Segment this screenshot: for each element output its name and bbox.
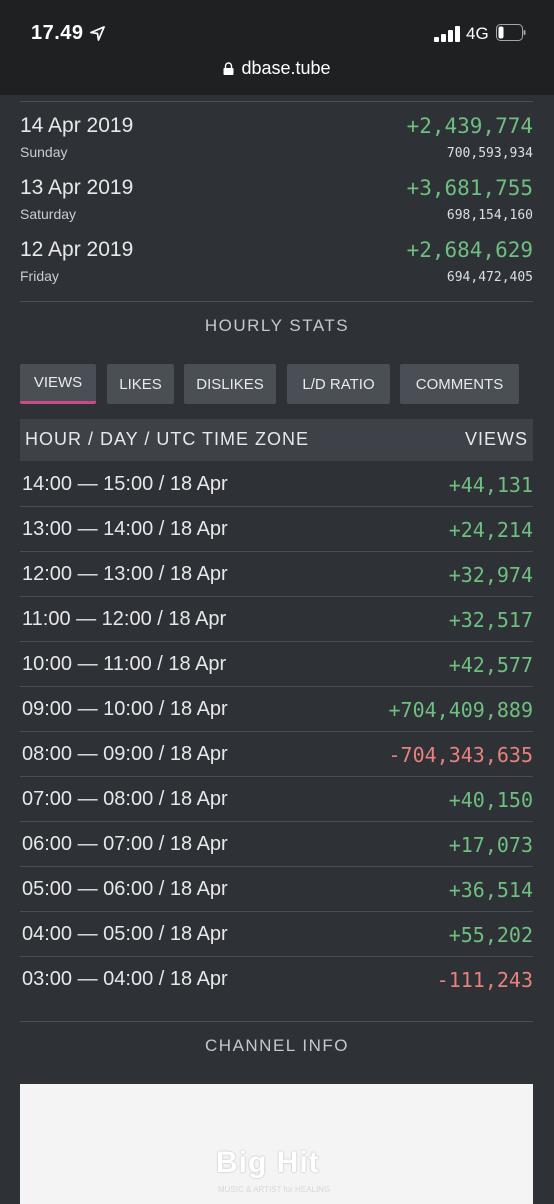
hourly-stats-title: HOURLY STATS xyxy=(204,316,350,335)
table-row: 09:00 — 10:00 / 18 Apr +704,409,889 xyxy=(20,687,533,732)
hour-value: +32,974 xyxy=(448,563,533,587)
hour-label: 13:00 — 14:00 / 18 Apr xyxy=(22,518,228,540)
browser-chrome: 17.49 4G dbase.tube xyxy=(0,0,554,95)
table-row: 04:00 — 05:00 / 18 Apr +55,202 xyxy=(20,912,533,957)
table-row: 10:00 — 11:00 / 18 Apr +42,577 xyxy=(20,642,533,687)
hour-value: -111,243 xyxy=(436,968,533,992)
hour-value: -704,343,635 xyxy=(388,743,534,767)
column-header-views: VIEWS xyxy=(464,429,528,449)
table-row: 05:00 — 06:00 / 18 Apr +36,514 xyxy=(20,867,533,912)
hour-label: 03:00 — 04:00 / 18 Apr xyxy=(22,968,228,990)
battery-icon xyxy=(496,24,526,41)
daily-date: 14 Apr 2019 xyxy=(20,114,134,137)
daily-weekday: Friday xyxy=(20,268,59,284)
hour-value: +44,131 xyxy=(448,473,533,497)
tab-ld-ratio[interactable]: L/D RATIO xyxy=(287,364,390,404)
channel-logo-subtext: MUSIC & ARTIST for HEALING xyxy=(218,1185,331,1194)
divider xyxy=(20,1021,533,1022)
hour-label: 06:00 — 07:00 / 18 Apr xyxy=(22,833,228,855)
channel-info-title: CHANNEL INFO xyxy=(205,1036,349,1055)
daily-date: 13 Apr 2019 xyxy=(20,176,134,199)
table-row: 11:00 — 12:00 / 18 Apr +32,517 xyxy=(20,597,533,642)
tab-likes[interactable]: LIKES xyxy=(107,364,174,404)
tab-views[interactable]: VIEWS xyxy=(20,364,96,404)
hour-label: 14:00 — 15:00 / 18 Apr xyxy=(22,473,228,495)
tab-comments[interactable]: COMMENTS xyxy=(400,364,519,404)
hour-value: +55,202 xyxy=(448,923,533,947)
hour-label: 05:00 — 06:00 / 18 Apr xyxy=(22,878,228,900)
hour-value: +24,214 xyxy=(448,518,533,542)
daily-change: +3,681,755 xyxy=(406,176,533,200)
table-row: 03:00 — 04:00 / 18 Apr -111,243 xyxy=(20,957,533,1002)
channel-banner: Big Hit MUSIC & ARTIST for HEALING xyxy=(20,1084,533,1204)
hour-label: 11:00 — 12:00 / 18 Apr xyxy=(22,608,227,630)
lock-icon xyxy=(223,62,234,75)
daily-row: 14 Apr 2019 Sunday +2,439,774 700,593,93… xyxy=(20,102,533,164)
url-text: dbase.tube xyxy=(241,58,331,78)
daily-weekday: Saturday xyxy=(20,206,77,222)
table-row: 12:00 — 13:00 / 18 Apr +32,974 xyxy=(20,552,533,597)
table-row: 08:00 — 09:00 / 18 Apr -704,343,635 xyxy=(20,732,533,777)
table-row: 13:00 — 14:00 / 18 Apr +24,214 xyxy=(20,507,533,552)
daily-date: 12 Apr 2019 xyxy=(20,238,134,261)
network-type: 4G xyxy=(466,24,489,43)
daily-change: +2,439,774 xyxy=(406,114,533,138)
hour-value: +40,150 xyxy=(448,788,533,812)
column-header-hour: HOUR / DAY / UTC TIME ZONE xyxy=(25,429,310,449)
divider xyxy=(20,301,533,302)
daily-row: 13 Apr 2019 Saturday +3,681,755 698,154,… xyxy=(20,164,533,226)
hour-value: +17,073 xyxy=(448,833,533,857)
hour-label: 09:00 — 10:00 / 18 Apr xyxy=(22,698,228,720)
daily-total: 700,593,934 xyxy=(446,146,533,161)
status-time: 17.49 xyxy=(31,22,84,44)
daily-total: 698,154,160 xyxy=(446,208,533,223)
daily-weekday: Sunday xyxy=(20,144,68,160)
hour-value: +704,409,889 xyxy=(388,698,534,722)
page-content: 14 Apr 2019 Sunday +2,439,774 700,593,93… xyxy=(0,95,554,1204)
table-row: 06:00 — 07:00 / 18 Apr +17,073 xyxy=(20,822,533,867)
tab-dislikes[interactable]: DISLIKES xyxy=(184,364,276,404)
hour-label: 08:00 — 09:00 / 18 Apr xyxy=(22,743,228,765)
hour-label: 10:00 — 11:00 / 18 Apr xyxy=(22,653,227,675)
hour-value: +36,514 xyxy=(448,878,533,902)
signal-bars-icon xyxy=(434,26,462,42)
hour-value: +42,577 xyxy=(448,653,533,677)
hour-label: 07:00 — 08:00 / 18 Apr xyxy=(22,788,228,810)
hour-value: +32,517 xyxy=(448,608,533,632)
channel-logo: Big Hit xyxy=(216,1146,320,1179)
location-arrow-icon xyxy=(90,26,105,41)
daily-row: 12 Apr 2019 Friday +2,684,629 694,472,40… xyxy=(20,226,533,288)
daily-change: +2,684,629 xyxy=(406,238,533,262)
table-row: 14:00 — 15:00 / 18 Apr +44,131 xyxy=(20,462,533,507)
daily-total: 694,472,405 xyxy=(446,270,533,285)
hour-label: 04:00 — 05:00 / 18 Apr xyxy=(22,923,228,945)
address-bar[interactable]: dbase.tube xyxy=(0,58,554,79)
table-row: 07:00 — 08:00 / 18 Apr +40,150 xyxy=(20,777,533,822)
hourly-table-header: HOUR / DAY / UTC TIME ZONE VIEWS xyxy=(20,419,533,461)
hour-label: 12:00 — 13:00 / 18 Apr xyxy=(22,563,228,585)
